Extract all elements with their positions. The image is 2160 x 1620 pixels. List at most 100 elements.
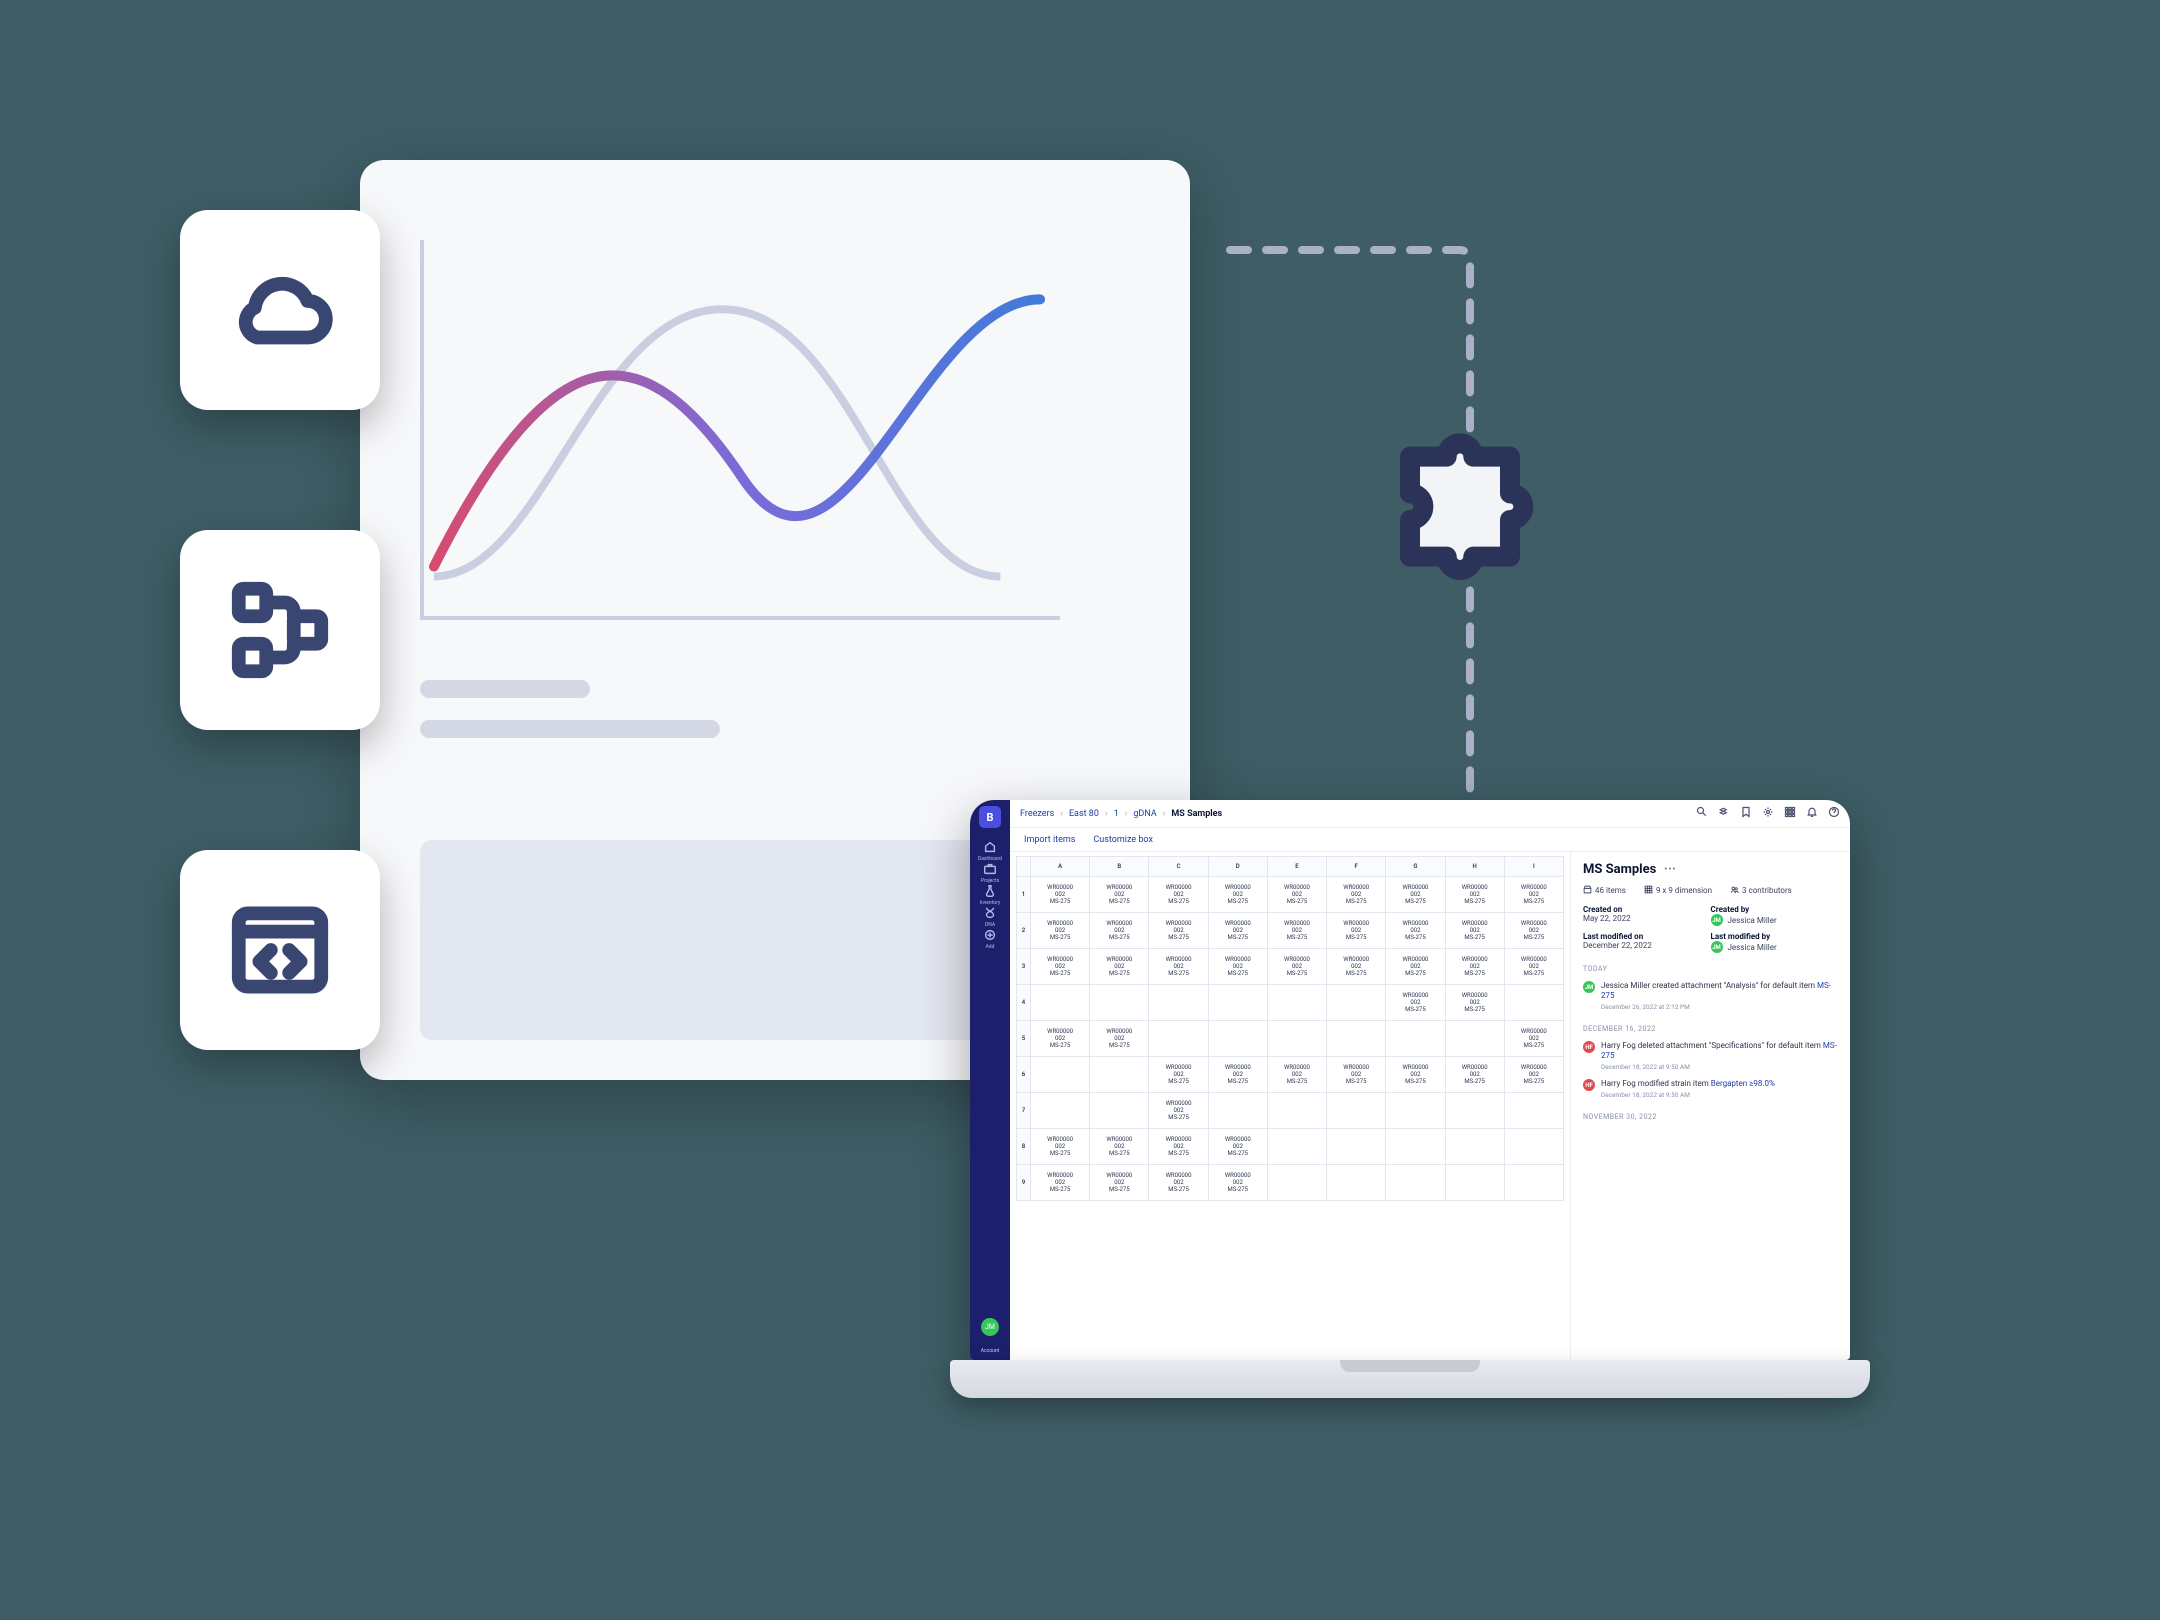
- grid-cell[interactable]: WR00000002MS-275: [1031, 1165, 1090, 1201]
- grid-cell[interactable]: WR00000002MS-275: [1149, 1165, 1208, 1201]
- grid-cell[interactable]: WR00000002MS-275: [1386, 949, 1445, 985]
- sidebar-item-dna[interactable]: DNA: [978, 906, 1002, 928]
- grid-cell[interactable]: WR00000002MS-275: [1386, 1057, 1445, 1093]
- grid-cell-empty[interactable]: [1445, 1165, 1504, 1201]
- grid-cell[interactable]: WR00000002MS-275: [1504, 913, 1563, 949]
- grid-cell-empty[interactable]: [1386, 1093, 1445, 1129]
- apps-icon[interactable]: [1784, 806, 1796, 821]
- sidebar-item-dashboard[interactable]: Dashboard: [978, 840, 1002, 862]
- gear-icon[interactable]: [1762, 806, 1774, 821]
- account-avatar[interactable]: JM: [981, 1318, 999, 1336]
- breadcrumb-item[interactable]: gDNA: [1133, 809, 1156, 819]
- grid-cell-empty[interactable]: [1504, 985, 1563, 1021]
- grid-cell-empty[interactable]: [1267, 1093, 1326, 1129]
- grid-cell[interactable]: WR00000002MS-275: [1208, 1165, 1267, 1201]
- grid-cell-empty[interactable]: [1327, 1129, 1386, 1165]
- grid-cell[interactable]: WR00000002MS-275: [1031, 1021, 1090, 1057]
- grid-cell-empty[interactable]: [1090, 1057, 1149, 1093]
- grid-cell[interactable]: WR00000002MS-275: [1445, 877, 1504, 913]
- grid-cell[interactable]: WR00000002MS-275: [1386, 913, 1445, 949]
- dropbox-icon[interactable]: [1718, 806, 1730, 821]
- customize-box-link[interactable]: Customize box: [1093, 835, 1153, 845]
- grid-cell[interactable]: WR00000002MS-275: [1149, 1129, 1208, 1165]
- grid-cell-empty[interactable]: [1504, 1093, 1563, 1129]
- grid-cell-empty[interactable]: [1386, 1165, 1445, 1201]
- grid-cell[interactable]: WR00000002MS-275: [1149, 1093, 1208, 1129]
- grid-cell-empty[interactable]: [1327, 1021, 1386, 1057]
- grid-cell[interactable]: WR00000002MS-275: [1090, 1129, 1149, 1165]
- sidebar-item-projects[interactable]: Projects: [978, 862, 1002, 884]
- grid-cell[interactable]: WR00000002MS-275: [1267, 949, 1326, 985]
- grid-cell[interactable]: WR00000002MS-275: [1327, 877, 1386, 913]
- grid-cell[interactable]: WR00000002MS-275: [1031, 877, 1090, 913]
- breadcrumb-item[interactable]: 1: [1114, 809, 1119, 819]
- grid-cell-empty[interactable]: [1504, 1165, 1563, 1201]
- grid-cell[interactable]: WR00000002MS-275: [1445, 949, 1504, 985]
- grid-cell[interactable]: WR00000002MS-275: [1208, 913, 1267, 949]
- grid-cell[interactable]: WR00000002MS-275: [1504, 877, 1563, 913]
- grid-cell[interactable]: WR00000002MS-275: [1267, 913, 1326, 949]
- grid-cell-empty[interactable]: [1149, 1021, 1208, 1057]
- grid-cell-empty[interactable]: [1149, 985, 1208, 1021]
- grid-cell[interactable]: WR00000002MS-275: [1327, 913, 1386, 949]
- grid-cell-empty[interactable]: [1031, 985, 1090, 1021]
- grid-cell[interactable]: WR00000002MS-275: [1267, 1057, 1326, 1093]
- sidebar-item-inventory[interactable]: Inventory: [978, 884, 1002, 906]
- grid-cell[interactable]: WR00000002MS-275: [1090, 877, 1149, 913]
- grid-cell-empty[interactable]: [1327, 1093, 1386, 1129]
- grid-cell-empty[interactable]: [1445, 1093, 1504, 1129]
- grid-cell-empty[interactable]: [1090, 985, 1149, 1021]
- grid-cell-empty[interactable]: [1208, 1093, 1267, 1129]
- grid-cell-empty[interactable]: [1267, 1021, 1326, 1057]
- grid-cell[interactable]: WR00000002MS-275: [1386, 985, 1445, 1021]
- grid-cell[interactable]: WR00000002MS-275: [1090, 949, 1149, 985]
- grid-cell[interactable]: WR00000002MS-275: [1267, 877, 1326, 913]
- grid-cell[interactable]: WR00000002MS-275: [1208, 1129, 1267, 1165]
- grid-cell-empty[interactable]: [1267, 985, 1326, 1021]
- grid-cell[interactable]: WR00000002MS-275: [1504, 1057, 1563, 1093]
- grid-cell[interactable]: WR00000002MS-275: [1090, 913, 1149, 949]
- grid-cell[interactable]: WR00000002MS-275: [1327, 1057, 1386, 1093]
- grid-cell[interactable]: WR00000002MS-275: [1090, 1165, 1149, 1201]
- box-grid[interactable]: ABCDEFGHI1WR00000002MS-275WR00000002MS-2…: [1010, 852, 1570, 1360]
- grid-cell-empty[interactable]: [1267, 1165, 1326, 1201]
- grid-cell-empty[interactable]: [1090, 1093, 1149, 1129]
- grid-cell[interactable]: WR00000002MS-275: [1208, 1057, 1267, 1093]
- grid-cell-empty[interactable]: [1267, 1129, 1326, 1165]
- breadcrumb-item[interactable]: East 80: [1069, 809, 1099, 819]
- bookmark-icon[interactable]: [1740, 806, 1752, 821]
- workflow-tile[interactable]: [180, 530, 380, 730]
- grid-cell[interactable]: WR00000002MS-275: [1504, 1021, 1563, 1057]
- grid-cell[interactable]: WR00000002MS-275: [1149, 1057, 1208, 1093]
- breadcrumb-item[interactable]: Freezers: [1020, 809, 1054, 819]
- grid-cell-empty[interactable]: [1386, 1129, 1445, 1165]
- activity-link[interactable]: Bergapten ≥98.0%: [1711, 1079, 1775, 1088]
- grid-cell[interactable]: WR00000002MS-275: [1445, 913, 1504, 949]
- grid-cell-empty[interactable]: [1031, 1057, 1090, 1093]
- code-tile[interactable]: [180, 850, 380, 1050]
- grid-cell-empty[interactable]: [1504, 1129, 1563, 1165]
- grid-cell-empty[interactable]: [1445, 1129, 1504, 1165]
- grid-cell[interactable]: WR00000002MS-275: [1031, 949, 1090, 985]
- app-logo[interactable]: B: [979, 806, 1001, 828]
- import-items-link[interactable]: Import items: [1024, 835, 1075, 845]
- grid-cell-empty[interactable]: [1208, 1021, 1267, 1057]
- grid-cell-empty[interactable]: [1327, 1165, 1386, 1201]
- grid-cell[interactable]: WR00000002MS-275: [1031, 913, 1090, 949]
- grid-cell[interactable]: WR00000002MS-275: [1504, 949, 1563, 985]
- search-icon[interactable]: [1696, 806, 1708, 821]
- grid-cell[interactable]: WR00000002MS-275: [1149, 877, 1208, 913]
- grid-cell[interactable]: WR00000002MS-275: [1149, 949, 1208, 985]
- grid-cell-empty[interactable]: [1327, 985, 1386, 1021]
- grid-cell-empty[interactable]: [1386, 1021, 1445, 1057]
- sidebar-item-add[interactable]: Add: [978, 928, 1002, 950]
- grid-cell-empty[interactable]: [1031, 1093, 1090, 1129]
- grid-cell[interactable]: WR00000002MS-275: [1445, 985, 1504, 1021]
- more-menu[interactable]: •••: [1664, 865, 1676, 875]
- grid-cell[interactable]: WR00000002MS-275: [1327, 949, 1386, 985]
- grid-cell[interactable]: WR00000002MS-275: [1208, 877, 1267, 913]
- help-icon[interactable]: [1828, 806, 1840, 821]
- grid-cell[interactable]: WR00000002MS-275: [1445, 1057, 1504, 1093]
- cloud-tile[interactable]: [180, 210, 380, 410]
- grid-cell[interactable]: WR00000002MS-275: [1149, 913, 1208, 949]
